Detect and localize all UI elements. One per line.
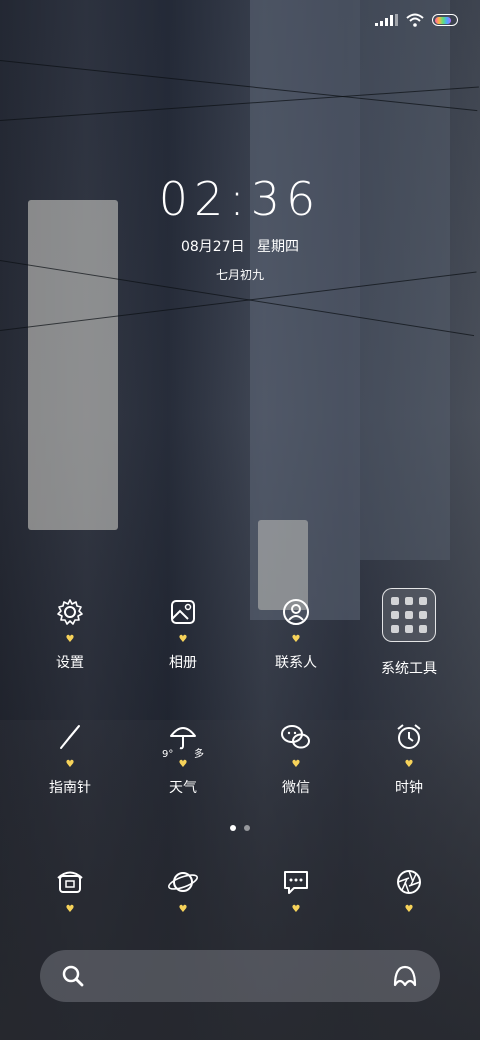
compass-icon xyxy=(48,715,92,759)
app-clock[interactable]: ♥ 时钟 xyxy=(354,715,464,797)
app-settings[interactable]: ♥ 设置 xyxy=(15,590,125,672)
signal-icon xyxy=(375,14,398,26)
favorite-heart-icon: ♥ xyxy=(291,759,301,770)
phone-icon xyxy=(48,860,92,904)
status-bar xyxy=(375,10,458,30)
page-indicator[interactable] xyxy=(0,825,480,831)
app-compass[interactable]: ♥ 指南针 xyxy=(15,715,125,797)
camera-aperture-icon xyxy=(387,860,431,904)
app-label: 天气 xyxy=(169,780,197,796)
assistant-icon[interactable] xyxy=(390,963,420,989)
favorite-heart-icon: ♥ xyxy=(65,634,75,645)
favorite-heart-icon: ♥ xyxy=(178,904,188,915)
app-label: 微信 xyxy=(282,780,310,796)
lockscreen-clock: 02:36 xyxy=(158,172,322,226)
battery-icon xyxy=(432,14,458,26)
app-contacts[interactable]: ♥ 联系人 xyxy=(241,590,351,672)
favorite-heart-icon: ♥ xyxy=(291,634,301,645)
message-icon xyxy=(274,860,318,904)
weather-condition: 多 xyxy=(194,749,204,760)
favorite-heart-icon: ♥ xyxy=(65,904,75,915)
app-gallery[interactable]: ♥ 相册 xyxy=(128,590,238,672)
favorite-heart-icon: ♥ xyxy=(404,759,414,770)
wifi-icon xyxy=(406,13,424,27)
app-label: 系统工具 xyxy=(381,661,437,677)
app-camera[interactable]: ♥ xyxy=(354,860,464,916)
app-weather[interactable]: 9° ♥ 多 天气 xyxy=(128,715,238,797)
battery-level xyxy=(434,16,452,24)
app-browser[interactable]: ♥ xyxy=(128,860,238,916)
app-label: 相册 xyxy=(169,655,197,671)
app-messages[interactable]: ♥ xyxy=(241,860,351,916)
contacts-icon xyxy=(274,590,318,634)
weather-row: 9° ♥ 多 xyxy=(128,749,238,771)
lockscreen-date: 08月27日 星期四 xyxy=(0,236,480,256)
folder-icon xyxy=(382,588,436,642)
page-dot xyxy=(244,825,250,831)
wechat-icon xyxy=(274,715,318,759)
search-dock[interactable] xyxy=(40,950,440,1002)
date-text: 08月27日 xyxy=(180,239,245,255)
app-wechat[interactable]: ♥ 微信 xyxy=(241,715,351,797)
favorite-heart-icon: ♥ xyxy=(178,634,188,645)
app-label: 联系人 xyxy=(275,655,317,671)
page-dot-active xyxy=(230,825,236,831)
weather-temp: 9° xyxy=(162,749,174,760)
alarm-clock-icon xyxy=(387,715,431,759)
gear-icon xyxy=(48,590,92,634)
lunar-date: 七月初九 xyxy=(215,268,264,282)
search-icon[interactable] xyxy=(60,963,86,989)
planet-icon xyxy=(161,860,205,904)
gallery-icon xyxy=(161,590,205,634)
favorite-heart-icon: ♥ xyxy=(404,904,414,915)
app-phone[interactable]: ♥ xyxy=(15,860,125,916)
app-label: 指南针 xyxy=(49,780,91,796)
favorite-heart-icon: ♥ xyxy=(65,759,75,770)
favorite-heart-icon: ♥ xyxy=(291,904,301,915)
weekday-text: 星期四 xyxy=(257,239,300,255)
app-label: 时钟 xyxy=(395,780,423,796)
app-folder-system-tools[interactable]: 系统工具 xyxy=(354,588,464,678)
favorite-heart-icon: ♥ xyxy=(178,759,188,770)
app-label: 设置 xyxy=(56,655,84,671)
